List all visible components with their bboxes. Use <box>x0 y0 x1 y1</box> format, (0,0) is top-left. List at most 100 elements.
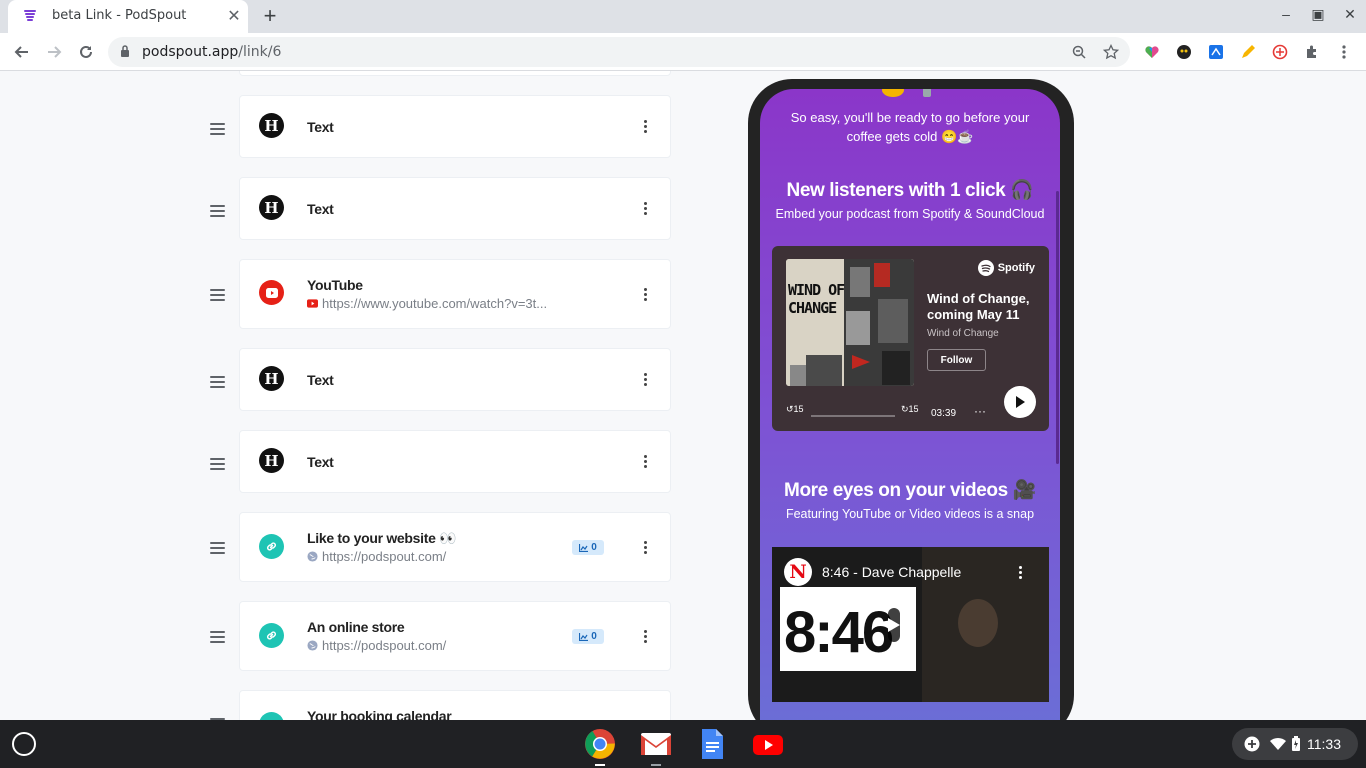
chrome-app-icon[interactable] <box>584 728 616 760</box>
more-options-icon[interactable]: ··· <box>974 404 986 418</box>
play-icon <box>1016 396 1025 408</box>
address-bar[interactable]: podspout.app/link/6 <box>108 37 1130 67</box>
album-art: WIND OF CHANGE <box>786 259 914 386</box>
spotify-icon <box>977 260 994 276</box>
album-title: WIND OF CHANGE <box>788 281 845 317</box>
click-count: 0 <box>591 631 597 642</box>
more-options-icon[interactable] <box>644 120 648 135</box>
extension-heart-icon[interactable] <box>1143 43 1161 61</box>
podspout-favicon-icon <box>24 10 36 21</box>
link-card-booking[interactable]: Your booking calendar <box>239 690 671 720</box>
link-card-website[interactable]: Like to your website 👀 https://podspout.… <box>239 512 671 582</box>
launcher-button[interactable] <box>12 732 36 756</box>
browser-toolbar: podspout.app/link/6 <box>0 33 1366 71</box>
restore-icon[interactable]: ▣ <box>1308 6 1328 23</box>
more-options-icon[interactable] <box>644 630 648 645</box>
video-play-button[interactable] <box>888 608 900 642</box>
chart-icon <box>579 632 589 641</box>
link-icon <box>259 623 284 648</box>
link-card-youtube[interactable]: YouTube https://www.youtube.com/watch?v=… <box>239 259 671 329</box>
video-menu-icon[interactable] <box>1019 566 1023 579</box>
drag-handle-icon[interactable] <box>210 289 225 301</box>
drag-handle-icon[interactable] <box>210 631 225 643</box>
forward-button[interactable] <box>42 40 66 64</box>
more-options-icon[interactable] <box>644 288 648 303</box>
gmail-app-icon[interactable] <box>640 728 672 760</box>
wifi-icon <box>1270 737 1286 750</box>
url-text: podspout.app/link/6 <box>142 44 281 60</box>
link-card-text[interactable]: H Text <box>239 430 671 493</box>
link-url: https://podspout.com/ <box>307 549 446 564</box>
reload-button[interactable] <box>74 40 98 64</box>
url-path: /link/6 <box>238 44 282 60</box>
phone-scrollbar[interactable] <box>1056 191 1059 464</box>
drag-handle-icon[interactable] <box>210 123 225 135</box>
heading-icon: H <box>259 448 284 473</box>
play-icon <box>888 618 900 632</box>
link-title: Text <box>307 454 334 470</box>
link-card-store[interactable]: An online store https://podspout.com/ 0 <box>239 601 671 671</box>
link-card-text[interactable]: H Text <box>239 348 671 411</box>
more-options-icon[interactable] <box>644 455 648 470</box>
link-url: https://www.youtube.com/watch?v=3t... <box>307 296 547 311</box>
video-thumbnail-text: 8:46 <box>784 600 894 665</box>
click-stats-badge[interactable]: 0 <box>572 629 604 644</box>
spotify-embed[interactable]: WIND OF CHANGE Spotify Wind of Change, c… <box>772 246 1049 431</box>
tab-title: beta Link - PodSpout <box>52 8 187 23</box>
extension-pencil-icon[interactable] <box>1239 43 1257 61</box>
bookmark-star-icon[interactable] <box>1102 43 1120 61</box>
link-title: Text <box>307 372 334 388</box>
tab-bar: beta Link - PodSpout ✕ + – ▣ ✕ <box>0 0 1366 33</box>
close-window-icon[interactable]: ✕ <box>1340 6 1360 23</box>
extension-screen-icon[interactable] <box>1207 43 1225 61</box>
zoom-icon[interactable] <box>1070 43 1088 61</box>
link-url-text: https://podspout.com/ <box>322 638 447 653</box>
link-title: An online store <box>307 619 405 635</box>
drag-handle-icon[interactable] <box>210 376 225 388</box>
chart-icon <box>579 543 589 552</box>
youtube-embed[interactable]: 8:46 N 8:46 - Dave Chappelle <box>772 547 1049 702</box>
drag-handle-icon[interactable] <box>210 542 225 554</box>
docs-app-icon[interactable] <box>696 728 728 760</box>
link-card-text[interactable]: H Text <box>239 95 671 158</box>
phone-screen[interactable]: So easy, you'll be ready to go before yo… <box>760 89 1060 720</box>
show-name: Wind of Change <box>927 328 999 339</box>
follow-button[interactable]: Follow <box>927 349 986 371</box>
click-stats-badge[interactable]: 0 <box>572 540 604 555</box>
chrome-running-indicator <box>595 764 605 766</box>
progress-bar[interactable] <box>811 415 895 417</box>
click-count: 0 <box>591 542 597 553</box>
reload-icon <box>80 45 92 58</box>
new-tab-button[interactable]: + <box>258 4 282 28</box>
browser-tab[interactable]: beta Link - PodSpout ✕ <box>8 0 248 33</box>
more-options-icon[interactable] <box>644 541 648 556</box>
browser-menu-icon[interactable] <box>1335 43 1353 61</box>
link-card-text[interactable]: H Text <box>239 177 671 240</box>
skip-back-button[interactable]: ↺15 <box>786 404 804 415</box>
heading-icon: H <box>259 113 284 138</box>
skip-back-seconds: 15 <box>793 404 804 414</box>
link-title: Your booking calendar <box>307 708 452 720</box>
youtube-app-icon[interactable] <box>752 728 784 760</box>
heading-icon: H <box>259 195 284 220</box>
drag-handle-icon[interactable] <box>210 458 225 470</box>
skip-forward-button[interactable]: ↻15 <box>901 404 919 415</box>
heading-icon: H <box>259 366 284 391</box>
back-button[interactable] <box>10 40 34 64</box>
channel-avatar[interactable]: N <box>784 558 812 586</box>
intro-text: So easy, you'll be ready to go before yo… <box>790 110 1030 144</box>
drag-handle-icon[interactable] <box>210 205 225 217</box>
extension-red-icon[interactable] <box>1271 43 1289 61</box>
play-button[interactable] <box>1004 386 1036 418</box>
minimize-icon[interactable]: – <box>1276 6 1296 22</box>
link-icon <box>259 712 284 720</box>
more-options-icon[interactable] <box>644 202 648 217</box>
status-tray[interactable]: 11:33 <box>1232 728 1358 760</box>
section-title: More eyes on your videos 🎥 <box>784 480 1036 501</box>
extensions-puzzle-icon[interactable] <box>1303 43 1321 61</box>
link-title: Like to your website 👀 <box>307 530 457 546</box>
link-title: Text <box>307 119 334 135</box>
close-tab-icon[interactable]: ✕ <box>224 6 244 26</box>
extension-dark-icon[interactable] <box>1175 43 1193 61</box>
more-options-icon[interactable] <box>644 373 648 388</box>
